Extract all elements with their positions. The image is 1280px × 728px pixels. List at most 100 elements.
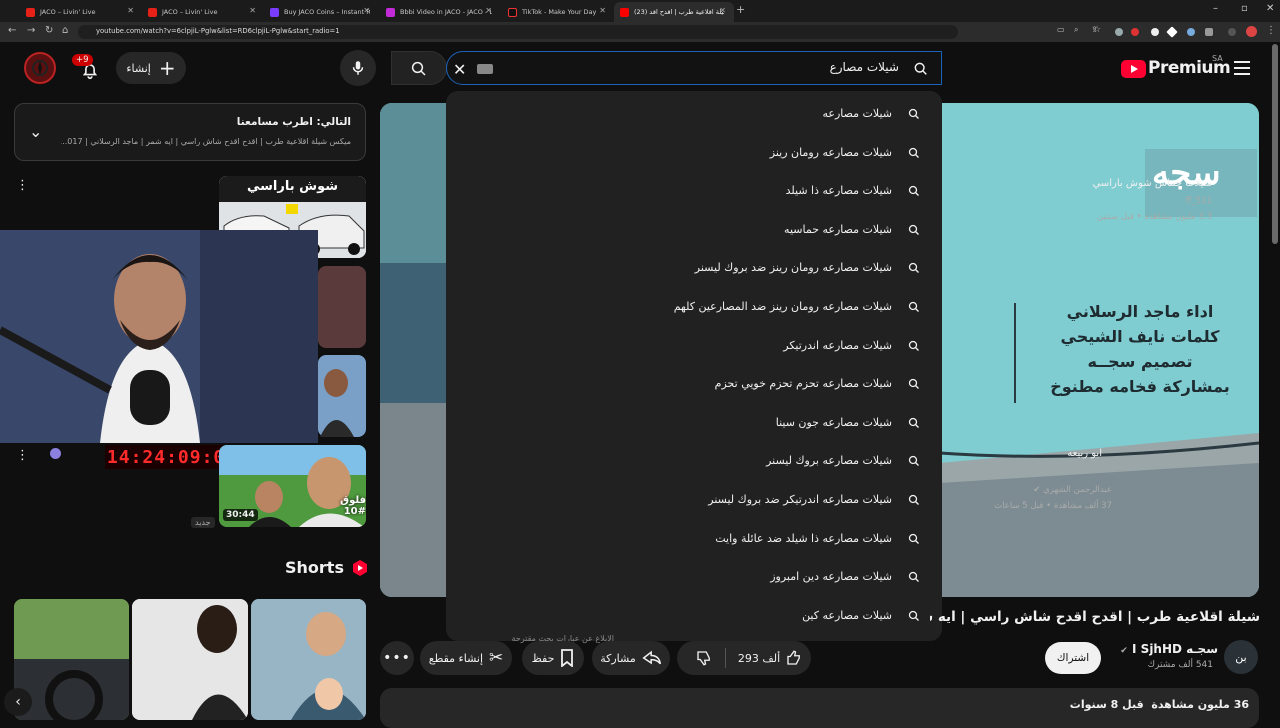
minimize-icon[interactable]: – xyxy=(1213,3,1218,14)
up-next-panel[interactable]: ⌄ التالي: اطرب مسامعنا ميكس شيلة اقلاعية… xyxy=(14,103,366,161)
verified-icon: ✔ xyxy=(1033,485,1041,495)
search-suggestion[interactable]: شيلات مصارعه رومان رينز xyxy=(446,139,942,169)
channel-name-row[interactable]: سجـه I SjhHD ✔ xyxy=(1100,642,1218,656)
search-suggestion[interactable]: شيلات مصارعه رومان رينز ضد بروك ليسنر xyxy=(446,254,942,284)
search-suggestion[interactable]: شيلات مصارعه كين xyxy=(446,602,942,632)
close-tab-icon[interactable]: ✕ xyxy=(485,6,492,15)
video-thumbnail[interactable]: فلوق #10 30:44 xyxy=(219,445,366,527)
save-label: حفظ xyxy=(531,651,555,665)
sidebar-icon[interactable] xyxy=(1228,28,1236,36)
search-icon xyxy=(908,147,919,158)
extension-icon[interactable] xyxy=(1115,28,1123,36)
more-vertical-icon[interactable]: ⋮ xyxy=(16,448,29,463)
credit-line: تصميم سجــه xyxy=(1087,352,1193,371)
browser-tab[interactable]: JACO – Livin' Live ✕ xyxy=(142,2,264,22)
extension-icon[interactable] xyxy=(1166,26,1178,38)
short-thumbnail[interactable] xyxy=(132,599,248,720)
sidebar-video-title[interactable]: ابو ربيعه xyxy=(1067,448,1102,459)
profile-avatar[interactable] xyxy=(1246,26,1257,37)
search-suggestion[interactable]: شيلات مصارعه رومان رينز ضد المصارعين كله… xyxy=(446,293,942,323)
sidebar-channel-row[interactable]: عبدالرحمن الشهري ✔ xyxy=(1033,485,1112,495)
create-button[interactable]: إنشاء + xyxy=(116,52,186,84)
tab-favicon-icon xyxy=(148,7,157,17)
close-tab-icon[interactable]: ✕ xyxy=(719,6,726,15)
search-button[interactable] xyxy=(391,51,447,85)
search-suggestion[interactable]: شيلات مصارعه ذا شيلد ضد عائلة وايت xyxy=(446,525,942,555)
clear-search-icon[interactable]: ✕ xyxy=(453,60,466,79)
close-tab-icon[interactable]: ✕ xyxy=(599,6,606,15)
channel-avatar[interactable]: ﺑﻦ xyxy=(1224,640,1258,674)
dislike-button[interactable] xyxy=(685,649,713,667)
zoom-icon[interactable]: ⌕ xyxy=(1074,25,1078,35)
like-dislike-group: 293 ألف xyxy=(677,641,811,675)
search-suggestion[interactable]: شيلات مصارعه اندرتيكر xyxy=(446,332,942,362)
search-suggestion[interactable]: شيلات مصارعه جون سينا xyxy=(446,409,942,439)
browser-menu-icon[interactable]: ⋮ xyxy=(1266,25,1276,36)
verified-icon: ✔ xyxy=(1120,646,1128,656)
search-suggestion[interactable]: شيلات مصارعه بروك ليسنر xyxy=(446,447,942,477)
home-icon[interactable]: ⌂ xyxy=(62,25,68,36)
credit-line: بمشاركة فخامه مطنوخ xyxy=(1050,377,1230,396)
search-suggestion[interactable]: شيلات مصارعه تحزم تحزم خويي تحزم xyxy=(446,370,942,400)
back-icon[interactable]: ← xyxy=(8,25,16,36)
forward-icon[interactable]: → xyxy=(27,25,35,36)
clip-button[interactable]: إنشاء مقطع ✂ xyxy=(420,641,512,675)
keyboard-icon[interactable] xyxy=(477,64,493,74)
browser-tab[interactable]: Bbbi Video in JACO - JACO - Liv… ✕ xyxy=(380,2,500,22)
search-suggestions-dropdown: شيلات مصارعه شيلات مصارعه رومان رينز شيلات… xyxy=(446,91,942,643)
maximize-icon[interactable]: ▫ xyxy=(1241,3,1248,14)
browser-tab[interactable]: TikTok - Make Your Day ✕ xyxy=(502,2,614,22)
cast-icon[interactable]: ▭ xyxy=(1057,25,1065,34)
extensions-puzzle-icon[interactable] xyxy=(1205,28,1213,36)
short-thumbnail[interactable] xyxy=(251,599,366,720)
extension-icon[interactable] xyxy=(1131,28,1139,36)
share-label: مشاركة xyxy=(600,651,636,665)
chevron-down-icon[interactable]: ⌄ xyxy=(29,122,42,141)
search-suggestion[interactable]: شيلات مصارعه اندرتيكر ضد بروك ليسنر xyxy=(446,486,942,516)
save-button[interactable]: حفظ xyxy=(522,641,584,675)
search-suggestion[interactable]: شيلات مصارعه دين امبروز xyxy=(446,563,942,593)
new-tab-icon[interactable]: + xyxy=(736,3,745,16)
more-vertical-icon[interactable]: ⋮ xyxy=(16,178,29,193)
browser-tab[interactable]: Buy JACO Coins – Instant Recha… ✕ xyxy=(264,2,378,22)
browser-tab[interactable]: JACO – Livin' Live ✕ xyxy=(20,2,142,22)
bookmark-icon[interactable]: ☆ xyxy=(1093,25,1101,35)
extension-icon[interactable] xyxy=(1187,28,1195,36)
description-box[interactable]: 36 مليون مشاهدة قبل 8 سنوات xyxy=(380,688,1259,728)
video-thumbnail[interactable] xyxy=(318,266,366,348)
view-count: 36 مليون مشاهدة xyxy=(1151,698,1249,711)
browser-tab-active[interactable]: (23) شيلة اقلاعية طرب | اقدح اقد… ✕ xyxy=(614,2,734,22)
close-window-icon[interactable]: ✕ xyxy=(1266,3,1274,14)
search-suggestion[interactable]: شيلات مصارعه ذا شيلد xyxy=(446,177,942,207)
reload-icon[interactable]: ↻ xyxy=(45,25,53,36)
extension-icon[interactable] xyxy=(1151,28,1159,36)
page-scrollbar[interactable] xyxy=(1272,44,1278,244)
close-tab-icon[interactable]: ✕ xyxy=(127,6,134,15)
close-tab-icon[interactable]: ✕ xyxy=(363,6,370,15)
sidebar-video-channel[interactable]: ff_511 xyxy=(1186,196,1212,206)
like-button[interactable]: 293 ألف xyxy=(738,649,803,667)
sidebar-video-title[interactable]: شيلات حماس شوش باراسي xyxy=(1093,178,1212,189)
search-icon xyxy=(908,417,919,428)
close-tab-icon[interactable]: ✕ xyxy=(249,6,256,15)
subscribe-button[interactable]: اشتراك xyxy=(1045,642,1101,674)
more-actions-button[interactable]: ••• xyxy=(380,641,414,675)
hamburger-menu-icon[interactable] xyxy=(1233,60,1251,80)
video-thumbnail[interactable] xyxy=(318,355,366,437)
shorts-prev-button[interactable]: ‹ xyxy=(4,688,32,716)
suggestion-text: شيلات مصارعه اندرتيكر ضد بروك ليسنر xyxy=(708,493,892,506)
address-field[interactable]: youtube.com/watch?v=6clpjiL-Pglw&list=RD… xyxy=(78,25,958,39)
new-badge: جديد xyxy=(191,517,215,528)
search-input[interactable]: ✕ شيلات مصارع xyxy=(446,51,942,85)
thumbnail-caption: شوش باراسي xyxy=(246,179,339,194)
search-suggestion[interactable]: شيلات مصارعه xyxy=(446,100,942,130)
video-duration: 30:44 xyxy=(223,509,258,521)
account-avatar[interactable] xyxy=(24,52,56,84)
tab-favicon-icon xyxy=(26,7,35,17)
youtube-logo-icon[interactable] xyxy=(1121,60,1146,78)
share-button[interactable]: مشاركة xyxy=(592,641,670,675)
notifications-button[interactable]: +9 xyxy=(72,52,108,88)
search-suggestion[interactable]: شيلات مصارعه حماسيه xyxy=(446,216,942,246)
voice-search-button[interactable] xyxy=(340,50,376,86)
subscriber-count: 541 ألف مشترك xyxy=(1147,660,1213,670)
